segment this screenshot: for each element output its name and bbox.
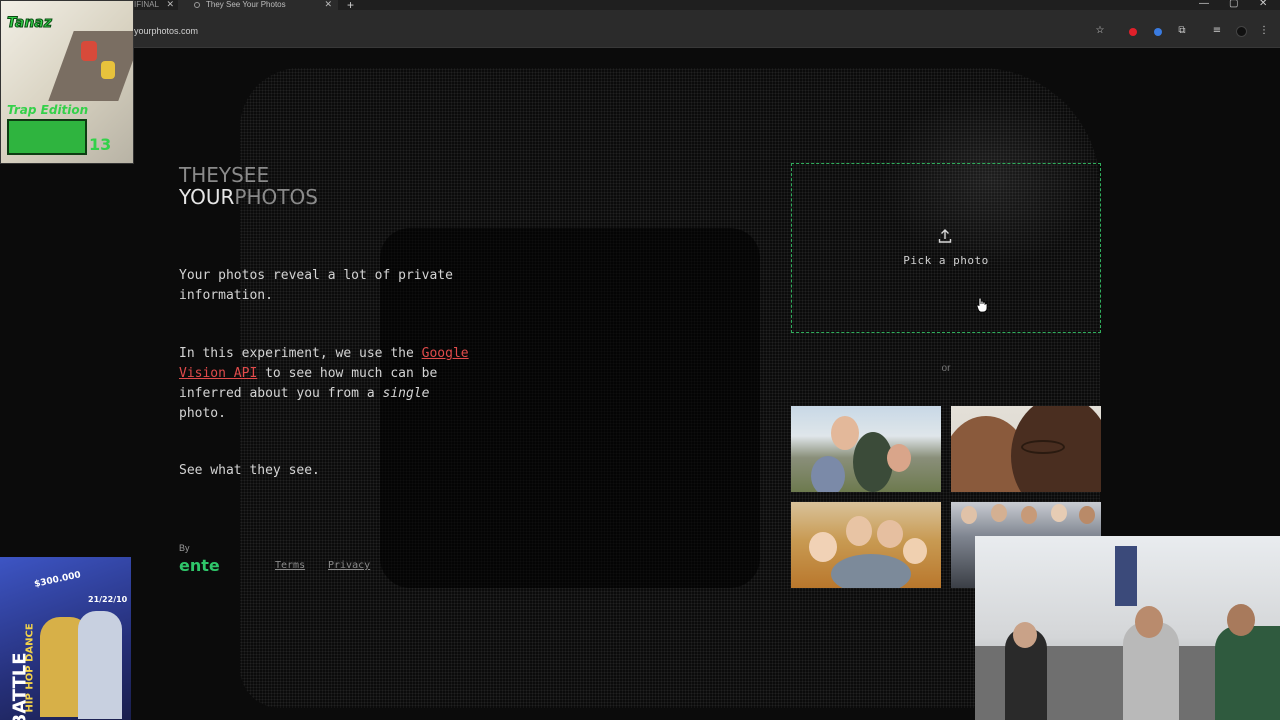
- poster-bottom-subtitle: HIP HOP DANCE: [24, 623, 36, 713]
- poster-top-edition: Trap Edition: [7, 103, 89, 117]
- tab-title: IFINAL: [134, 0, 159, 9]
- favicon-icon: [194, 2, 200, 8]
- sample-photo-family-outdoors[interactable]: [791, 406, 941, 492]
- sample-photo-couple[interactable]: [951, 406, 1101, 492]
- experiment-text: In this experiment, we use the Google Vi…: [179, 344, 469, 424]
- logo-they: THEY: [179, 163, 232, 187]
- experiment-prefix: In this experiment, we use the: [179, 346, 414, 361]
- close-window-icon[interactable]: ✕: [1259, 0, 1267, 9]
- extensions-icon[interactable]: ⧉: [1177, 26, 1187, 36]
- extension-blue-icon[interactable]: [1154, 28, 1162, 36]
- logo-see: SEE: [231, 163, 270, 187]
- minimize-icon[interactable]: —: [1199, 0, 1209, 9]
- url-field[interactable]: yourphotos.com: [134, 26, 198, 36]
- logo-photos: PHOTOS: [234, 185, 318, 209]
- pick-photo-label: Pick a photo: [903, 254, 989, 267]
- sample-photo-family-field[interactable]: [791, 502, 941, 588]
- photo-dropzone[interactable]: Pick a photo: [791, 163, 1101, 333]
- hand-cursor-icon: [976, 297, 988, 313]
- close-icon[interactable]: ✕: [166, 0, 174, 9]
- close-icon[interactable]: ✕: [324, 0, 332, 9]
- poster-top-title: Tanaz: [7, 15, 53, 32]
- event-poster-top: Tanaz Trap Edition 13: [0, 0, 134, 164]
- logo-your: YOUR: [179, 185, 235, 209]
- extension-red-icon[interactable]: [1129, 28, 1137, 36]
- tab-title: They See Your Photos: [206, 0, 286, 9]
- or-divider: or: [941, 363, 951, 374]
- webcam-overlay: [975, 536, 1280, 720]
- by-label: By: [179, 543, 190, 553]
- tab-they-see-your-photos[interactable]: They See Your Photos ✕: [178, 0, 338, 10]
- intro-text: Your photos reveal a lot of private info…: [179, 268, 453, 303]
- ente-logo[interactable]: ente: [179, 556, 220, 575]
- privacy-link[interactable]: Privacy: [328, 560, 370, 571]
- profile-icon[interactable]: [1236, 26, 1247, 37]
- photo-word: photo.: [179, 406, 226, 421]
- poster-bottom-date: 21/22/10: [88, 595, 128, 604]
- menu-icon[interactable]: ⋮: [1259, 26, 1269, 36]
- address-bar: yourphotos.com ☆ ⧉ ≡ ⋮: [0, 10, 1280, 48]
- tab-strip: IFINAL ✕ They See Your Photos ✕ + — ▢ ✕: [0, 0, 1280, 12]
- single-emphasis: single: [382, 386, 430, 401]
- site-logo[interactable]: THEYSEE YOURPHOTOS: [179, 164, 318, 208]
- tab-ifinal[interactable]: IFINAL ✕: [134, 0, 178, 10]
- restore-icon[interactable]: ▢: [1229, 0, 1238, 9]
- upload-icon: [938, 229, 952, 243]
- event-poster-bottom: $300.000 21/22/10 BATTLE HIP HOP DANCE: [0, 557, 131, 720]
- media-icon[interactable]: ≡: [1212, 26, 1222, 36]
- poster-top-number: 13: [89, 135, 112, 154]
- see-text: See what they see.: [179, 463, 320, 478]
- terms-link[interactable]: Terms: [275, 560, 305, 571]
- bookmark-star-icon[interactable]: ☆: [1095, 26, 1105, 36]
